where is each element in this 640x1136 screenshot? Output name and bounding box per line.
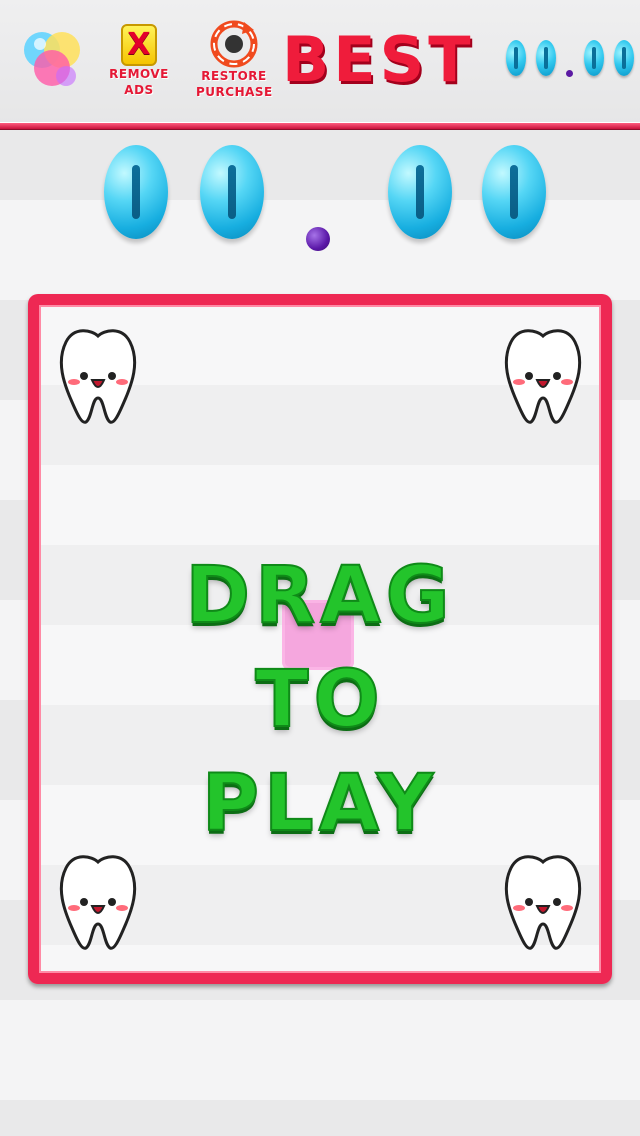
score-digit [388, 145, 452, 239]
tooth-icon [59, 855, 137, 950]
best-title: BEST [282, 23, 475, 96]
tooth-icon [504, 329, 582, 424]
score-digit [200, 145, 264, 239]
x-icon: X [121, 24, 157, 66]
color-balls-icon [24, 32, 80, 86]
score-digit [482, 145, 546, 239]
color-balls-button[interactable] [20, 24, 86, 96]
tooth-icon [504, 855, 582, 950]
score-decimal-point [306, 227, 330, 251]
remove-ads-label-line2: ADS [124, 83, 154, 97]
tooth-icon [59, 329, 137, 424]
remove-ads-button[interactable]: X REMOVE ADS [108, 24, 170, 104]
header-divider [0, 122, 640, 130]
top-bar: X REMOVE ADS RESTORE PURCHASE BEST [0, 0, 640, 128]
best-digit [584, 40, 604, 76]
restore-purchase-button[interactable]: RESTORE PURCHASE [196, 20, 272, 104]
restore-purchase-label-line1: RESTORE [201, 69, 267, 83]
prompt-line-1: DRAG TO [184, 550, 455, 746]
remove-ads-label-line1: REMOVE [109, 67, 169, 81]
best-decimal-point [566, 70, 573, 77]
restore-purchase-label-line2: PURCHASE [196, 85, 273, 99]
prompt-line-2: PLAY [201, 758, 439, 850]
best-digit [614, 40, 634, 76]
current-score [96, 145, 546, 255]
restore-icon [210, 20, 258, 68]
best-score [500, 40, 640, 84]
best-digit [536, 40, 556, 76]
score-digit [104, 145, 168, 239]
best-digit [506, 40, 526, 76]
drag-to-play-prompt: DRAG TO PLAY [120, 544, 520, 850]
